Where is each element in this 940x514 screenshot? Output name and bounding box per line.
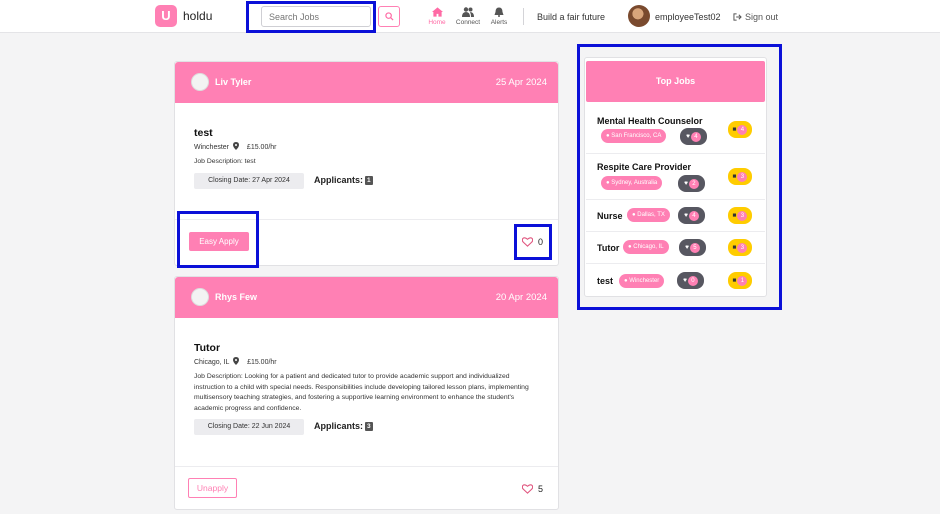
- highlight-box-search: [246, 1, 376, 33]
- username[interactable]: employeeTest02: [655, 12, 721, 22]
- tagline: Build a fair future: [537, 12, 606, 22]
- applicants-info: Applicants: 1: [314, 175, 373, 185]
- closing-date: Closing Date: 22 Jun 2024: [194, 419, 304, 435]
- logo-icon[interactable]: U: [155, 5, 177, 27]
- job-rate: £15.00/hr: [246, 144, 277, 151]
- nav-alerts-label: Alerts: [490, 19, 508, 26]
- applicants-label: Applicants:: [314, 175, 364, 185]
- applicants-count: 1: [365, 176, 373, 185]
- card-divider: [175, 466, 558, 467]
- user-avatar[interactable]: [628, 5, 650, 27]
- job-title[interactable]: Tutor: [194, 342, 220, 354]
- job-card-header: Liv Tyler 25 Apr 2024: [175, 62, 558, 103]
- like-count: 5: [537, 484, 543, 494]
- nav-connect-label: Connect: [455, 19, 481, 26]
- job-rate: £15.00/hr: [247, 359, 277, 366]
- job-description: Job Description: Looking for a patient a…: [194, 373, 529, 412]
- sign-out-icon: [733, 13, 742, 21]
- unapply-button[interactable]: Unapply: [188, 478, 237, 498]
- job-title[interactable]: test: [194, 127, 213, 139]
- highlight-box-top-jobs: [577, 44, 782, 310]
- brand-name[interactable]: holdu: [183, 9, 212, 23]
- home-icon: [431, 7, 443, 17]
- post-date: 25 Apr 2024: [495, 77, 547, 88]
- nav-home-label: Home: [428, 19, 446, 26]
- nav-divider: [523, 8, 524, 25]
- map-pin-icon: [232, 142, 239, 150]
- job-location-rate: Winchester £15.00/hr: [194, 142, 277, 151]
- poster-avatar[interactable]: [191, 73, 209, 91]
- applicants-info: Applicants: 3: [314, 421, 373, 431]
- job-location: Chicago, IL: [194, 359, 230, 366]
- sign-out-link[interactable]: Sign out: [733, 12, 778, 22]
- heart-icon: [521, 484, 534, 494]
- job-description: Job Description: test: [194, 158, 256, 165]
- closing-date: Closing Date: 27 Apr 2024: [194, 173, 304, 189]
- poster-avatar[interactable]: [191, 288, 209, 306]
- like-control[interactable]: 5: [521, 484, 543, 494]
- applicants-count: 3: [365, 422, 373, 431]
- job-location: Winchester: [194, 144, 230, 151]
- bell-icon: [494, 7, 504, 17]
- sign-out-label: Sign out: [745, 12, 779, 22]
- job-card: Rhys Few 20 Apr 2024 Tutor Chicago, IL £…: [174, 276, 559, 510]
- highlight-box-like: [514, 224, 552, 260]
- post-date: 20 Apr 2024: [495, 292, 547, 303]
- applicants-label: Applicants:: [314, 421, 364, 431]
- top-nav-bar: U holdu Home Connect Alerts Build a fair…: [0, 0, 940, 33]
- people-icon: [462, 7, 474, 17]
- highlight-box-easy-apply: [177, 211, 259, 268]
- job-card-header: Rhys Few 20 Apr 2024: [175, 277, 558, 318]
- search-icon: [384, 12, 394, 21]
- nav-alerts[interactable]: Alerts: [481, 7, 517, 26]
- job-location-rate: Chicago, IL £15.00/hr: [194, 357, 277, 366]
- map-pin-icon: [233, 357, 240, 365]
- poster-name[interactable]: Rhys Few: [215, 292, 257, 302]
- search-button[interactable]: [378, 6, 400, 27]
- poster-name[interactable]: Liv Tyler: [215, 77, 251, 87]
